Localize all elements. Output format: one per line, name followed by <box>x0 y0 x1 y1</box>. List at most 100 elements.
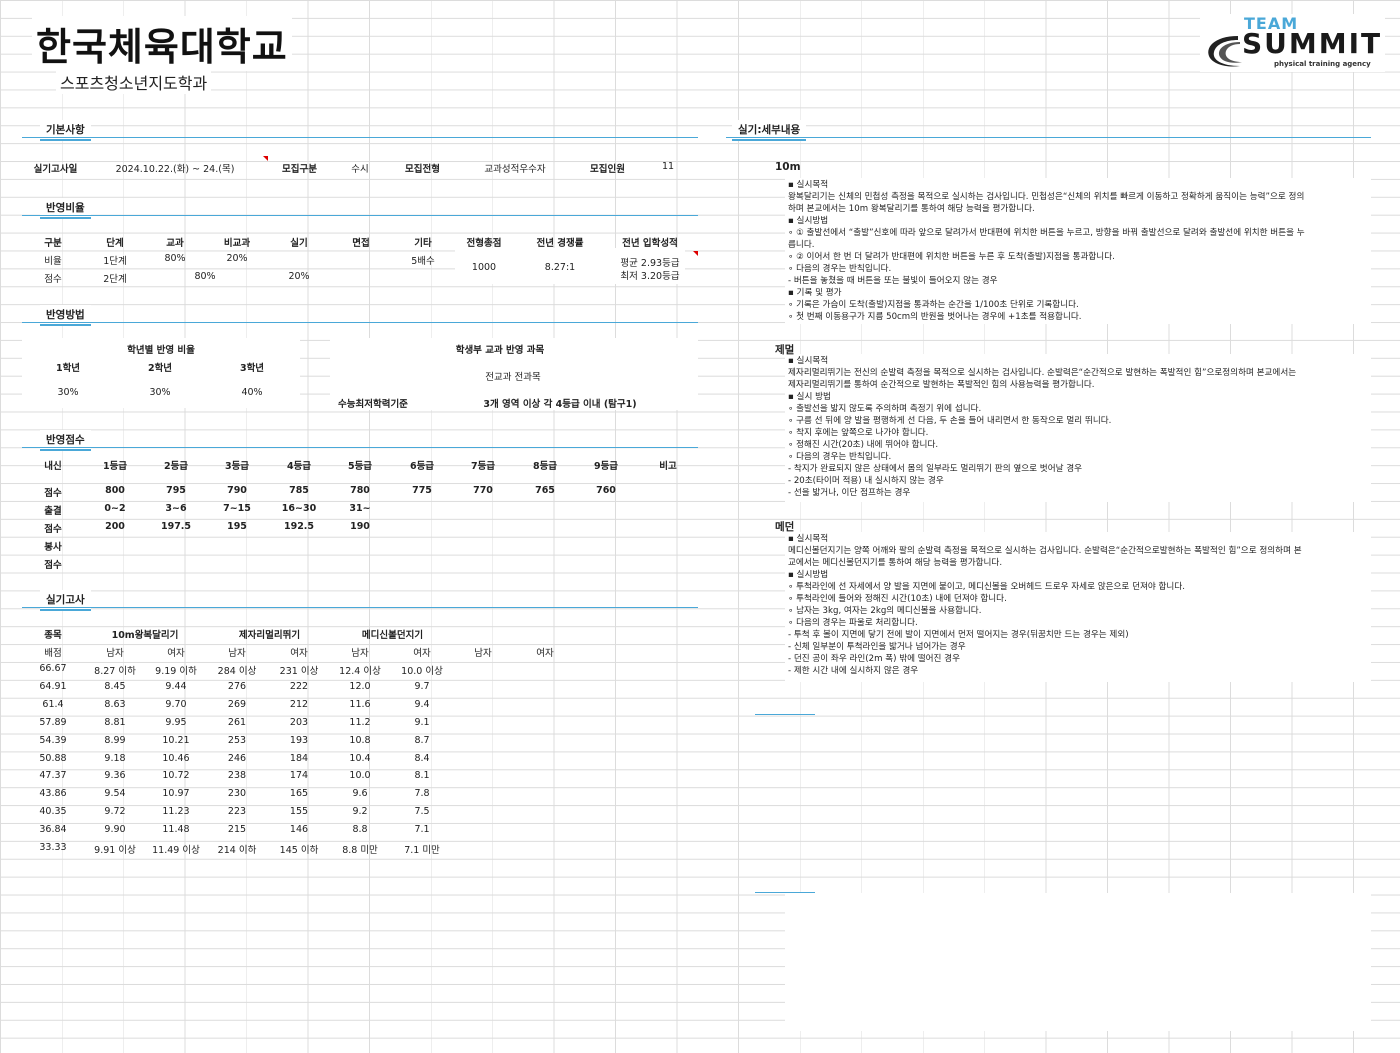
event-line: 하며 본교에서는 10m 왕복달리기를 통하여 해당 능력을 평가합니다. <box>788 204 1035 214</box>
practical-cell: 7.1 미만 <box>404 845 440 856</box>
event-line: - 착지가 완료되지 않은 상태에서 몸의 일부라도 멀리뛰기 판의 옆으로 벗… <box>788 464 1083 474</box>
section-divider <box>22 322 698 323</box>
practical-subheader: 남자 <box>351 648 369 659</box>
practical-cell: 10.21 <box>162 734 190 746</box>
practical-cell: 11.23 <box>162 806 190 818</box>
ratio-competition: 8.27:1 <box>544 262 576 273</box>
practical-cell: 11.49 이상 <box>152 845 200 856</box>
event-line: 교에서는 메디신볼던지기를 통하여 해당 능력을 평가합니다. <box>788 558 1003 568</box>
event-line: - 신체 일부분이 투척라인을 밟거나 넘어가는 경우 <box>788 642 966 652</box>
practical-cell: 146 <box>289 824 309 836</box>
section-divider <box>22 447 698 448</box>
practical-cell: 253 <box>227 734 247 746</box>
practical-cell: 238 <box>227 770 247 782</box>
ratio-header: 기타 <box>414 238 432 249</box>
subjects-title: 학생부 교과 반영 과목 <box>455 345 545 356</box>
event-line: ▪ 실시방법 <box>788 570 829 580</box>
grade-label: 3학년 <box>239 363 265 374</box>
grade-score-cell: 795 <box>166 485 186 496</box>
event-line: 제자리멀리뛰기를 통하여 순간적으로 발현하는 폭발적인 힘의 사용능력을 평가… <box>788 380 1095 390</box>
practical-cell: 9.70 <box>165 698 187 710</box>
practical-cell: 40.35 <box>39 806 67 818</box>
practical-cell: 9.72 <box>104 806 126 818</box>
practical-cell: 10.8 <box>349 734 371 746</box>
score-header: 비고 <box>659 461 677 472</box>
event-line: ▪ 실시목적 <box>788 356 829 366</box>
event-line: ∘ 정해진 시간(20초) 내에 뛰어야 합니다. <box>788 440 939 450</box>
attendance-score-cell: 197.5 <box>160 521 192 532</box>
event-jump-description: ▪ 실시목적 제자리멀리뛰기는 전신의 순발력 측정을 목적으로 실시하는 검사… <box>788 355 1370 499</box>
event-line: ∘ 구름 선 뒤에 양 발을 평행하게 선 다음, 두 손을 들어 내리면서 한… <box>788 416 1112 426</box>
attendance-score-cell: 190 <box>350 521 370 532</box>
recruit-count-label: 모집인원 <box>590 164 625 175</box>
ratio-row1-cell: 5배수 <box>411 256 435 267</box>
practical-cell: 155 <box>289 806 309 818</box>
practical-cell: 9.44 <box>165 680 187 692</box>
grade-score-cell: 780 <box>350 485 370 496</box>
practical-cell: 66.67 <box>39 663 67 674</box>
event-line: ∘ 다음의 경우는 반칙입니다. <box>788 264 892 274</box>
event-line: - 버튼을 놓쳤을 때 버튼을 또는 불빛이 들어오지 않는 경우 <box>788 276 998 286</box>
practical-cell: 36.84 <box>39 824 67 836</box>
practical-subheader: 남자 <box>228 648 246 659</box>
event-line: ∘ ① 출발선에서 “출발”신호에 따라 앞으로 달려가서 반대편에 위치한 버… <box>788 228 1305 238</box>
csat-value: 3개 영역 이상 각 4등급 이내 (탐구1) <box>483 399 637 410</box>
section-divider <box>22 607 698 608</box>
practical-cell: 8.81 <box>104 716 126 728</box>
practical-cell: 9.91 이상 <box>94 845 136 856</box>
practical-cell: 184 <box>289 752 309 764</box>
page-title: 한국체육대학교 <box>32 16 292 71</box>
event-10m-title: 10m <box>775 161 801 173</box>
volunteer-score-label: 점수 <box>44 560 62 571</box>
section-divider <box>726 137 1371 138</box>
practical-cell: 9.54 <box>104 788 126 800</box>
team-summit-logo: TEAM SUMMIT physical training agency <box>1200 14 1385 72</box>
attendance-cell: 출결 <box>44 506 62 517</box>
practical-cell: 214 이하 <box>217 845 257 856</box>
practical-cell: 8.8 <box>352 824 368 836</box>
practical-cell: 33.33 <box>39 842 67 853</box>
event-line: ∘ 투척라인에 선 자세에서 양 발을 지면에 붙이고, 메디신볼을 오버헤드 … <box>788 582 1185 592</box>
event-line: ▪ 기록 및 평가 <box>788 288 842 298</box>
attendance-cell: 31~ <box>349 503 371 514</box>
attendance-cell: 0~2 <box>104 503 126 514</box>
event-line: 제자리멀리뛰기는 전신의 순발력 측정을 목적으로 실시하는 검사입니다. 순발… <box>788 368 1297 378</box>
score-header: 6등급 <box>409 461 435 472</box>
grade-score-cell: 점수 <box>44 488 62 499</box>
comment-marker <box>263 156 268 161</box>
grade-label: 2학년 <box>147 363 173 374</box>
practical-subheader: 여자 <box>413 648 431 659</box>
event-line: ▪ 실시목적 <box>788 534 829 544</box>
event-medicine-ball-description: ▪ 실시목적 메디신볼던지기는 양쪽 어깨와 팔의 순발력 측정을 목적으로 실… <box>788 533 1370 677</box>
attendance-score-cell: 192.5 <box>283 521 315 532</box>
grade-score-cell: 785 <box>289 485 309 496</box>
practical-cell: 9.36 <box>104 770 126 782</box>
practical-subheader: 배점 <box>44 648 62 659</box>
section-divider <box>22 215 698 216</box>
practical-cell: 10.4 <box>349 752 371 764</box>
practical-cell: 50.88 <box>39 752 67 764</box>
score-header: 내신 <box>44 461 62 472</box>
practical-subheader: 여자 <box>167 648 185 659</box>
practical-cell: 9.6 <box>352 788 368 800</box>
detail-divider <box>755 714 815 715</box>
event-line: ∘ ② 이어서 한 번 더 달려가 반대편에 위치한 버튼을 누른 후 도착(출… <box>788 252 1115 262</box>
ratio-header: 단계 <box>106 238 124 249</box>
event-line: - 20초(타이머 적용) 내 실시하지 않는 경우 <box>788 476 944 486</box>
practical-cell: 8.1 <box>414 770 430 782</box>
ratio-row2-cell: 2단계 <box>103 274 127 285</box>
logo-summit-text: SUMMIT <box>1242 27 1383 60</box>
event-line: - 제한 시간 내에 실시하지 않은 경우 <box>788 666 919 676</box>
practical-cell: 61.4 <box>42 698 64 710</box>
grade-score-cell: 765 <box>535 485 555 496</box>
practical-header: 제자리멀리뛰기 <box>238 630 301 641</box>
ratio-header: 비교과 <box>223 238 251 249</box>
practical-cell: 10.72 <box>162 770 190 782</box>
event-line: 릅니다. <box>788 240 815 250</box>
practical-cell: 212 <box>289 698 309 710</box>
practical-subheader: 남자 <box>474 648 492 659</box>
practical-cell: 222 <box>289 680 309 692</box>
practical-cell: 9.19 이하 <box>155 666 197 677</box>
practical-cell: 8.7 <box>414 734 430 746</box>
event-10m-description: ▪ 실시목적 왕복달리기는 신체의 민첩성 측정을 목적으로 실시하는 검사입니… <box>788 179 1370 323</box>
